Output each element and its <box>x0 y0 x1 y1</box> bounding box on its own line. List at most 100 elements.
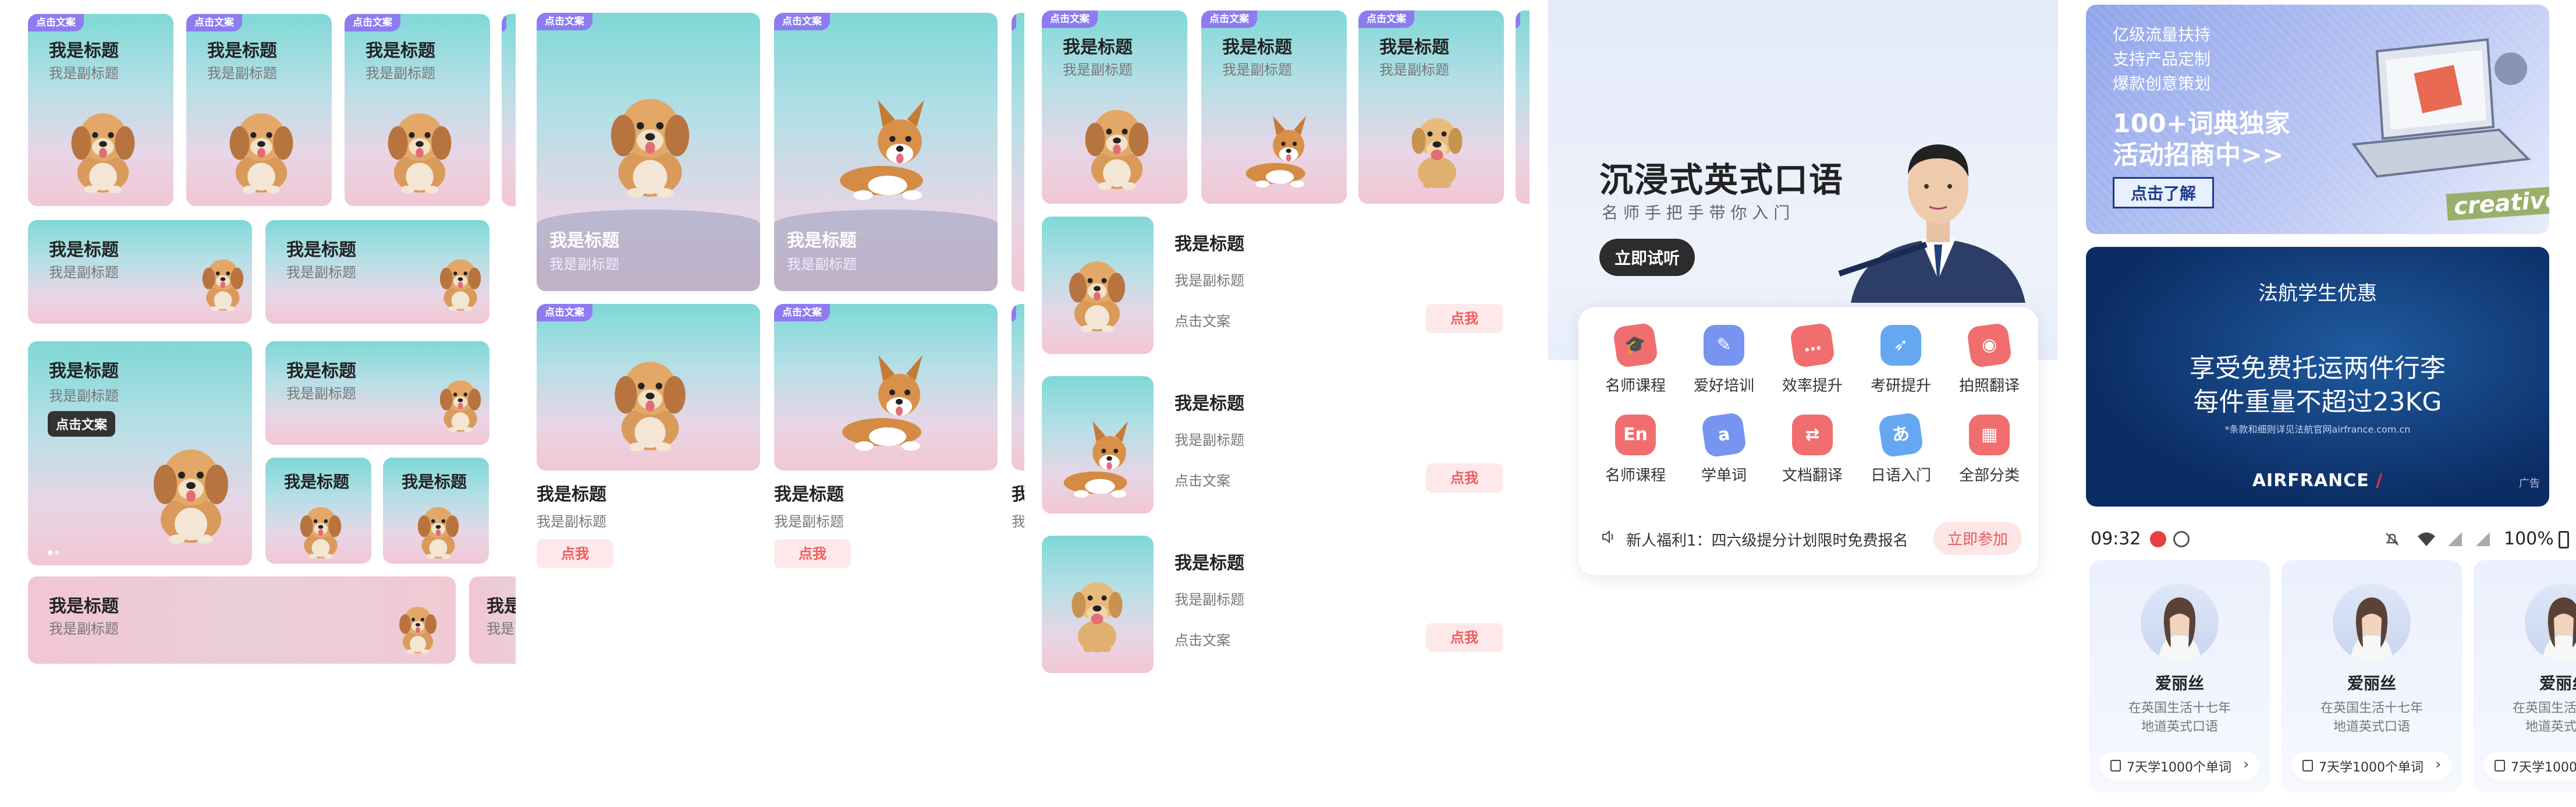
card-title: 我是标题 <box>1379 37 1449 58</box>
banner-title: 沉浸式英式口语 <box>1599 160 1844 200</box>
card-subtitle: 我是副标题 <box>49 264 119 281</box>
course-link[interactable]: 7天学1000个单词 › <box>2292 752 2451 779</box>
feature-label: 效率提升 <box>1782 377 1843 395</box>
promo-banner[interactable]: 亿级流量扶持 支持产品定制 爆款创意策划 100+词典独家 活动招商中>> 点击… <box>2086 5 2549 234</box>
dog-card-peek[interactable] <box>502 14 516 206</box>
card-tag: 点击文案 <box>774 304 830 321</box>
feature-item[interactable]: ⇄ 文档翻译 <box>1766 415 1859 490</box>
list-item[interactable]: 我是标题 我是副标题 点击文案 点我 <box>1042 217 1503 354</box>
chevron-right-icon: › <box>2243 756 2249 773</box>
feature-label: 爱好培训 <box>1693 377 1754 395</box>
promo-line: 支持产品定制 <box>2113 49 2211 69</box>
notice-text: 新人福利1：四六级提分计划限时免费报名 <box>1626 532 1908 550</box>
teacher-name: 爱丽丝 <box>2155 674 2204 693</box>
dog-image <box>821 339 955 455</box>
dog-card[interactable]: 点击文案 我是标题 我是副标题 <box>1201 10 1347 204</box>
feature-item[interactable]: … 效率提升 <box>1766 322 1859 401</box>
list-item[interactable]: 我是标题 我是副标题 点击文案 点我 <box>1042 376 1503 514</box>
ad-fine-print: *条款和细则详见法航官网airfrance.com.cn <box>2224 424 2411 435</box>
feature-item[interactable]: 🎓 名师课程 <box>1589 322 1682 401</box>
card-subtitle: 我是副标题 <box>1379 62 1449 78</box>
dog-card-mini[interactable]: 我是标题 <box>383 458 489 564</box>
action-button[interactable]: 点我 <box>537 539 613 568</box>
feature-item[interactable]: ➶ 考研提升 <box>1854 325 1947 401</box>
card-tag <box>1012 13 1016 30</box>
product-card-peek[interactable]: 我是标题 我是副标题 <box>1012 304 1024 578</box>
list-item[interactable]: 我是标题 我是副标题 点击文案 点我 <box>1042 536 1503 673</box>
japanese-a-icon: あ <box>1878 412 1924 458</box>
dog-card-banner-peek[interactable]: 我是标题 我是副标题 <box>469 576 516 664</box>
join-now-button[interactable]: 立即参加 <box>1933 522 2023 555</box>
dog-card-wide[interactable]: 我是标题 我是副标题 <box>265 341 489 445</box>
dog-image <box>191 238 252 322</box>
course-link[interactable]: 7天学1000个单词 › <box>2484 752 2576 779</box>
action-button[interactable]: 点我 <box>1426 463 1503 493</box>
action-button[interactable]: 点我 <box>1426 304 1503 333</box>
card-tag: 点击文案 <box>774 13 830 30</box>
dog-card[interactable]: 点击文案 我是标题 我是副标题 <box>345 14 490 206</box>
feature-item[interactable]: ▦ 全部分类 <box>1943 415 2036 490</box>
airline-ad[interactable]: 法航学生优惠 享受免费托运两件行李 每件重量不超过23KG *条款和细则详见法航… <box>2086 247 2549 507</box>
card-copy: 点击文案 <box>1175 313 1230 330</box>
dog-card-banner[interactable]: 我是标题 我是副标题 <box>28 576 456 664</box>
dog-image <box>1053 405 1147 504</box>
dog-card-wide[interactable]: 我是标题 我是副标题 <box>28 220 252 324</box>
dog-card-mini[interactable]: 我是标题 <box>265 458 371 564</box>
dog-image <box>1236 104 1324 191</box>
card-cta-button[interactable]: 点击文案 <box>48 411 116 437</box>
teacher-card[interactable]: 爱丽丝 在英国生活十七年 地道英式口语 7天学1000个单词 › <box>2089 560 2270 792</box>
action-button[interactable]: 点我 <box>774 539 851 568</box>
list-item-image <box>1042 217 1154 354</box>
card-subtitle: 我是副标题 <box>286 264 356 281</box>
card-title: 我是标题 <box>487 596 516 617</box>
card-subtitle: 我是副标题 <box>1222 62 1292 78</box>
feature-item[interactable]: ✎ 爱好培训 <box>1677 325 1770 401</box>
card-title: 我是标题 <box>49 41 119 61</box>
dog-card-peek[interactable] <box>1012 13 1024 291</box>
listen-now-button[interactable]: 立即试听 <box>1599 239 1695 276</box>
dog-card-wide[interactable]: 我是标题 我是副标题 <box>265 220 489 324</box>
dog-card-peek[interactable] <box>1516 10 1530 204</box>
card-title: 我是标题 <box>286 240 356 260</box>
notification-icon <box>2173 531 2190 547</box>
product-card[interactable]: 点击文案 我是标题 我是副标题 点我 <box>774 304 998 578</box>
dog-card-overlay[interactable]: 点击文案 我是标题 我是副标题 <box>774 13 998 291</box>
course-title: 7天学1000个单词 <box>2127 760 2231 775</box>
dog-card-overlay[interactable]: 点击文案 我是标题 我是副标题 <box>537 13 760 291</box>
dog-card[interactable]: 点击文案 我是标题 我是副标题 <box>28 14 173 206</box>
card-title: 我是标题 <box>549 231 619 251</box>
lesson-banner[interactable]: 沉浸式英式口语 名 师 手 把 手 带 你 入 门 立即试听 <box>1548 0 2058 360</box>
feature-panel: 🎓 名师课程 ✎ 爱好培训 … 效率提升 ➶ 考研提升 ◉ 拍照翻译 En 名师课程 a 学单词 ⇄ 文档翻译… <box>1578 307 2038 575</box>
dog-card[interactable]: 点击文案 我是标题 我是副标题 <box>186 14 332 206</box>
card-subtitle: 我是副标题 <box>49 65 119 82</box>
signal-icon <box>2447 531 2463 547</box>
dog-image <box>289 493 353 562</box>
teacher-card[interactable]: 爱丽丝 在英国生活十七年 地道英式口语 7天学1000个单词 › <box>2474 560 2576 792</box>
dog-image <box>1393 86 1481 203</box>
airline-logo: AIRFRANCE / <box>2252 470 2383 491</box>
action-button[interactable]: 点我 <box>1426 623 1503 652</box>
learn-more-button[interactable]: 点击了解 <box>2113 177 2215 208</box>
dog-card[interactable]: 点击文案 我是标题 我是副标题 <box>1358 10 1504 204</box>
course-link[interactable]: 7天学1000个单词 › <box>2100 752 2259 779</box>
card-title: 我是标题 <box>49 596 119 617</box>
feature-item[interactable]: En 名师课程 <box>1589 415 1682 490</box>
product-card[interactable]: 点击文案 我是标题 我是副标题 点我 <box>537 304 760 578</box>
card-title: 我是标题 <box>1222 37 1292 58</box>
feature-item[interactable]: ◉ 拍照翻译 <box>1943 322 2036 401</box>
feature-item[interactable]: あ日语入门 <box>1854 412 1947 490</box>
card-title: 我是标题 <box>1063 37 1133 58</box>
teacher-card[interactable]: 爱丽丝 在英国生活十七年 地道英式口语 7天学1000个单词 › <box>2282 560 2462 792</box>
teacher-desc: 地道英式口语 <box>2141 720 2218 734</box>
card-tag <box>502 14 506 31</box>
ad-headline: 享受免费托运两件行李 <box>2190 353 2446 383</box>
dog-card-large[interactable]: 我是标题 我是副标题 点击文案 <box>28 341 252 565</box>
card-title: 我是标题 <box>787 231 857 251</box>
ad-headline: 每件重量不超过23KG <box>2193 387 2442 417</box>
carousel-dots <box>48 546 71 555</box>
card-tag: 点击文案 <box>537 304 592 321</box>
dog-card[interactable]: 点击文案 我是标题 我是副标题 <box>1042 10 1187 204</box>
feature-label: 名师课程 <box>1605 377 1666 395</box>
card-tag: 点击文案 <box>1358 10 1414 28</box>
feature-item[interactable]: a 学单词 <box>1677 412 1770 490</box>
